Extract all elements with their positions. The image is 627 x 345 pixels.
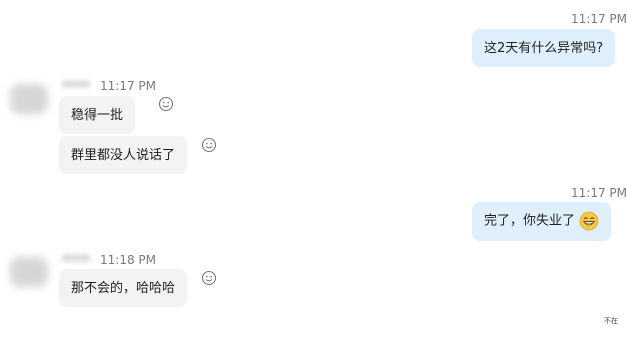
sender-name-blurred	[61, 254, 91, 262]
outgoing-message-bubble[interactable]: 完了，你失业了	[472, 202, 612, 241]
sender-name-blurred	[61, 80, 91, 88]
message-timestamp: 11:17 PM	[571, 186, 627, 200]
footer-note: 不在	[604, 317, 618, 325]
add-reaction-smiley-icon[interactable]	[158, 96, 174, 112]
message-timestamp: 11:17 PM	[100, 79, 156, 93]
message-timestamp: 11:17 PM	[571, 12, 627, 26]
message-timestamp: 11:18 PM	[100, 253, 156, 267]
incoming-message-bubble[interactable]: 那不会的，哈哈哈	[59, 269, 188, 307]
outgoing-message-bubble[interactable]: 这2天有什么异常吗?	[472, 29, 616, 67]
incoming-message-bubble[interactable]: 群里都没人说话了	[59, 136, 188, 174]
add-reaction-smiley-icon[interactable]	[201, 137, 217, 153]
chat-thread: 11:17 PM 这2天有什么异常吗? 11:17 PM 稳得一批 群里都没人说…	[0, 0, 627, 345]
incoming-message-bubble[interactable]: 稳得一批	[59, 96, 136, 134]
grinning-sweat-face-icon	[579, 211, 599, 231]
add-reaction-smiley-icon[interactable]	[201, 270, 217, 286]
contact-avatar[interactable]	[10, 257, 48, 287]
outgoing-message-text: 完了，你失业了	[484, 213, 576, 229]
contact-avatar[interactable]	[10, 84, 48, 114]
